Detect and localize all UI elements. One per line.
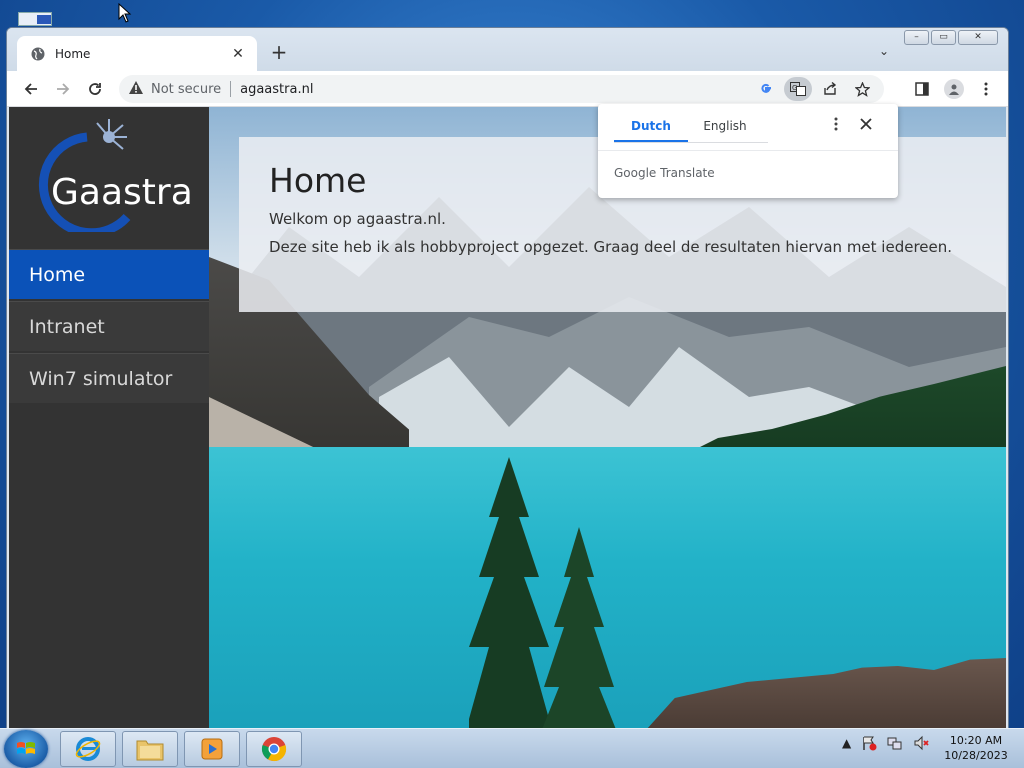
windows-logo-icon [17, 742, 35, 754]
hero-landscape-image: Home Welkom op agaastra.nl. Deze site he… [209, 107, 1006, 728]
menu-kebab-icon[interactable] [972, 75, 1000, 103]
folder-icon [136, 740, 164, 761]
translate-options-icon[interactable] [828, 116, 844, 135]
minimize-button[interactable]: – [904, 30, 929, 45]
translate-language-tabs: Dutch English [614, 104, 762, 142]
computer-desktop-icon[interactable] [12, 4, 60, 26]
brand-google: Google [614, 166, 657, 180]
media-player-icon [201, 738, 223, 760]
translate-icon[interactable]: G [784, 77, 812, 101]
close-icon[interactable] [858, 116, 874, 134]
site-sidebar: Gaastra Home Intranet Win7 simulator [9, 107, 227, 728]
media-player-taskbar-button[interactable] [184, 731, 240, 767]
omnibox-actions: G [752, 77, 876, 101]
tab-search-icon[interactable]: ⌄ [879, 44, 889, 58]
pine-trees [469, 457, 616, 728]
url-text[interactable]: agaastra.nl [240, 82, 313, 97]
svg-text:G: G [792, 84, 797, 92]
tab-dutch[interactable]: Dutch [614, 104, 688, 142]
site-logo[interactable]: Gaastra [27, 117, 197, 238]
brand-translate: Translate [660, 166, 715, 180]
security-label[interactable]: Not secure [151, 82, 221, 97]
tab-english[interactable]: English [688, 104, 762, 142]
browser-tab[interactable]: Home ✕ [17, 36, 257, 71]
tab-underline [614, 142, 768, 143]
nav-item-win7-simulator[interactable]: Win7 simulator [9, 353, 227, 404]
action-center-flag-icon[interactable] [861, 735, 877, 751]
start-button[interactable] [4, 730, 48, 768]
tab-title: Home [55, 46, 91, 61]
taskbar: ▲ 10:20 AM 10/28/2023 [0, 728, 1024, 768]
back-arrow-icon[interactable] [15, 75, 47, 103]
clock-time: 10:20 AM [949, 734, 1003, 747]
internet-explorer-taskbar-button[interactable] [60, 731, 116, 767]
intro-text: Deze site heb ik als hobbyproject opgeze… [269, 238, 953, 256]
welcome-text: Welkom op agaastra.nl. [269, 210, 446, 228]
nav-item-home[interactable]: Home [9, 249, 227, 300]
volume-muted-icon[interactable] [913, 735, 929, 751]
logo-text: Gaastra [51, 172, 193, 213]
chrome-icon [261, 737, 287, 762]
divider [230, 81, 232, 97]
chrome-taskbar-button[interactable] [246, 731, 302, 767]
browser-toolbar: Not secure agaastra.nl G [7, 71, 1008, 107]
clock[interactable]: 10:20 AM 10/28/2023 [938, 733, 1014, 763]
clock-date: 10/28/2023 [944, 749, 1008, 762]
globe-icon [31, 47, 45, 60]
nav-item-intranet[interactable]: Intranet [9, 301, 227, 352]
google-translate-brand: Google Translate [614, 166, 715, 180]
translate-popup: Dutch English Google Translate [598, 104, 898, 198]
forward-arrow-icon[interactable] [47, 75, 79, 103]
toolbar-right [908, 75, 1000, 103]
warning-icon[interactable] [129, 80, 143, 98]
window-controls: – ▭ ✕ [904, 30, 998, 45]
tab-strip: Home ✕ + ⌄ – ▭ ✕ [7, 28, 1008, 71]
new-tab-button[interactable]: + [269, 42, 289, 62]
google-lens-icon[interactable] [752, 77, 780, 101]
close-window-button[interactable]: ✕ [958, 30, 998, 45]
bookmark-star-icon[interactable] [848, 77, 876, 101]
site-nav: Home Intranet Win7 simulator [9, 249, 227, 405]
page-viewport: Gaastra Home Intranet Win7 simulator Hom… [9, 107, 1006, 728]
close-tab-icon[interactable]: ✕ [229, 46, 247, 62]
side-panel-icon[interactable] [908, 75, 936, 103]
system-tray: ▲ [842, 735, 929, 751]
divider [598, 150, 898, 151]
network-icon[interactable] [887, 735, 903, 751]
address-bar[interactable]: Not secure agaastra.nl G [119, 75, 884, 103]
show-hidden-icons-icon[interactable]: ▲ [842, 736, 851, 750]
file-explorer-taskbar-button[interactable] [122, 731, 178, 767]
internet-explorer-icon [75, 737, 101, 761]
profile-avatar-icon[interactable] [944, 79, 964, 99]
reload-icon[interactable] [79, 75, 111, 103]
maximize-button[interactable]: ▭ [931, 30, 956, 45]
share-icon[interactable] [816, 77, 844, 101]
